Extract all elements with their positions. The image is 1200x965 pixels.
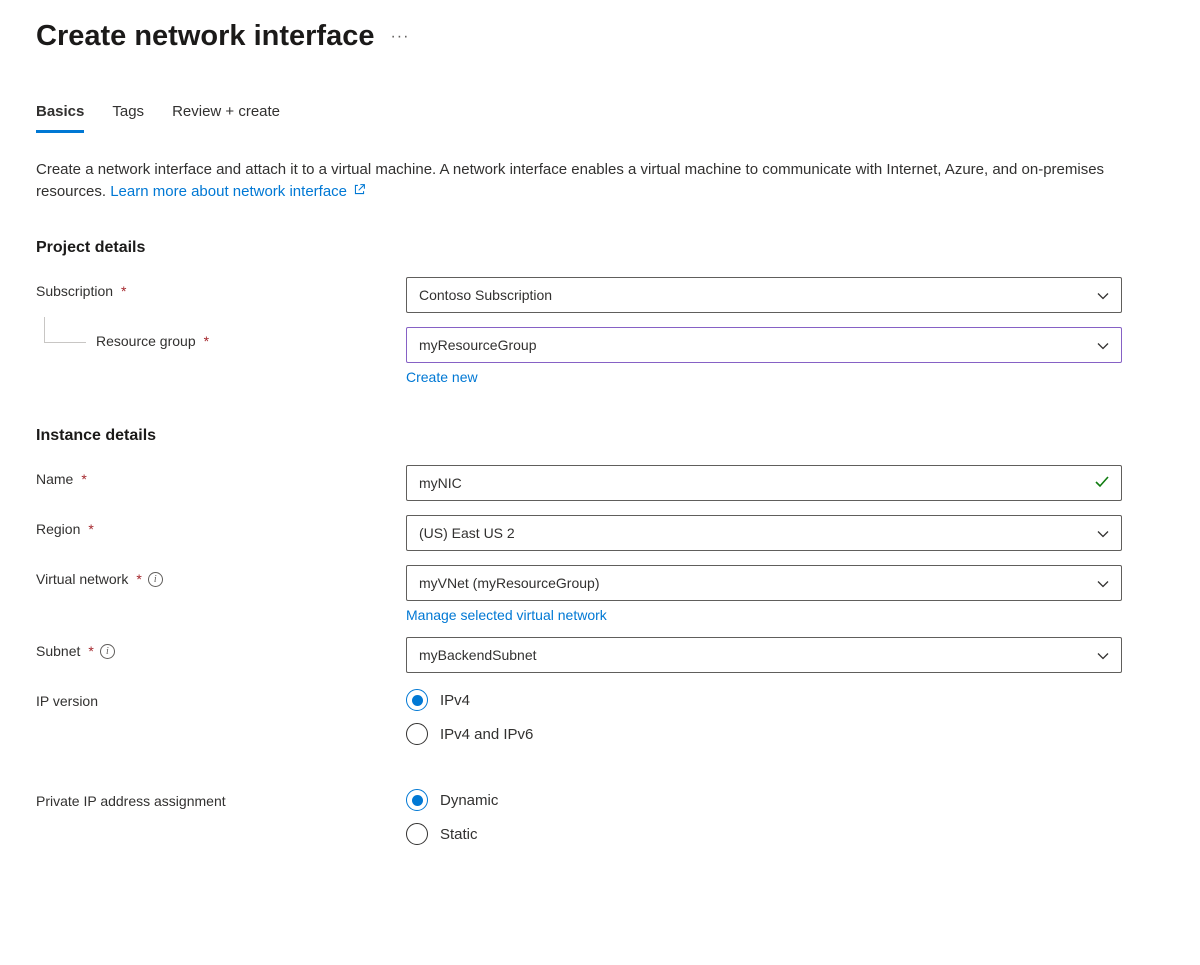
info-icon[interactable]: i [100,644,115,659]
radio-unselected-icon [406,723,428,745]
subscription-value: Contoso Subscription [419,287,552,303]
subscription-label: Subscription * [36,277,406,299]
subnet-value: myBackendSubnet [419,647,537,663]
radio-selected-icon [406,789,428,811]
ip-version-label: IP version [36,687,406,709]
ip-version-ipv4and6-radio[interactable]: IPv4 and IPv6 [406,723,1122,745]
page-title: Create network interface [36,20,374,53]
subscription-dropdown[interactable]: Contoso Subscription [406,277,1122,313]
required-asterisk: * [88,521,93,537]
private-ip-radio-group: Dynamic Static [406,787,1122,845]
tab-review-create[interactable]: Review + create [172,97,280,133]
chevron-down-icon [1097,647,1109,663]
region-label: Region * [36,515,406,537]
virtual-network-dropdown[interactable]: myVNet (myResourceGroup) [406,565,1122,601]
external-link-icon [353,181,366,203]
static-label: Static [440,826,478,843]
ipv4and6-label: IPv4 and IPv6 [440,726,533,743]
subnet-dropdown[interactable]: myBackendSubnet [406,637,1122,673]
chevron-down-icon [1097,337,1109,353]
tabs: Basics Tags Review + create [36,97,1164,133]
instance-details-heading: Instance details [36,427,1164,445]
info-icon[interactable]: i [148,572,163,587]
chevron-down-icon [1097,287,1109,303]
required-asterisk: * [88,643,93,659]
chevron-down-icon [1097,575,1109,591]
private-ip-dynamic-radio[interactable]: Dynamic [406,789,1122,811]
tab-tags[interactable]: Tags [112,97,144,133]
create-new-resource-group-link[interactable]: Create new [406,369,478,385]
virtual-network-value: myVNet (myResourceGroup) [419,575,600,591]
ipv4-label: IPv4 [440,692,470,709]
ip-version-ipv4-radio[interactable]: IPv4 [406,689,1122,711]
required-asterisk: * [204,333,209,349]
subnet-label: Subnet * i [36,637,406,659]
description-text: Create a network interface and attach it… [36,159,1116,203]
private-ip-static-radio[interactable]: Static [406,823,1122,845]
chevron-down-icon [1097,525,1109,541]
resource-group-value: myResourceGroup [419,337,537,353]
resource-group-label: Resource group * [36,327,406,349]
region-dropdown[interactable]: (US) East US 2 [406,515,1122,551]
valid-check-icon [1094,474,1110,493]
dynamic-label: Dynamic [440,792,498,809]
manage-virtual-network-link[interactable]: Manage selected virtual network [406,607,607,623]
ip-version-radio-group: IPv4 IPv4 and IPv6 [406,687,1122,745]
more-actions-icon[interactable]: ··· [390,28,409,46]
radio-selected-icon [406,689,428,711]
learn-more-label: Learn more about network interface [110,183,347,200]
required-asterisk: * [81,471,86,487]
name-label: Name * [36,465,406,487]
required-asterisk: * [121,283,126,299]
project-details-heading: Project details [36,239,1164,257]
learn-more-link[interactable]: Learn more about network interface [110,183,366,200]
required-asterisk: * [136,571,141,587]
tree-connector-icon [44,317,86,343]
tab-basics[interactable]: Basics [36,97,84,133]
virtual-network-label: Virtual network * i [36,565,406,587]
resource-group-dropdown[interactable]: myResourceGroup [406,327,1122,363]
private-ip-label: Private IP address assignment [36,787,406,809]
radio-unselected-icon [406,823,428,845]
region-value: (US) East US 2 [419,525,515,541]
name-input[interactable] [406,465,1122,501]
